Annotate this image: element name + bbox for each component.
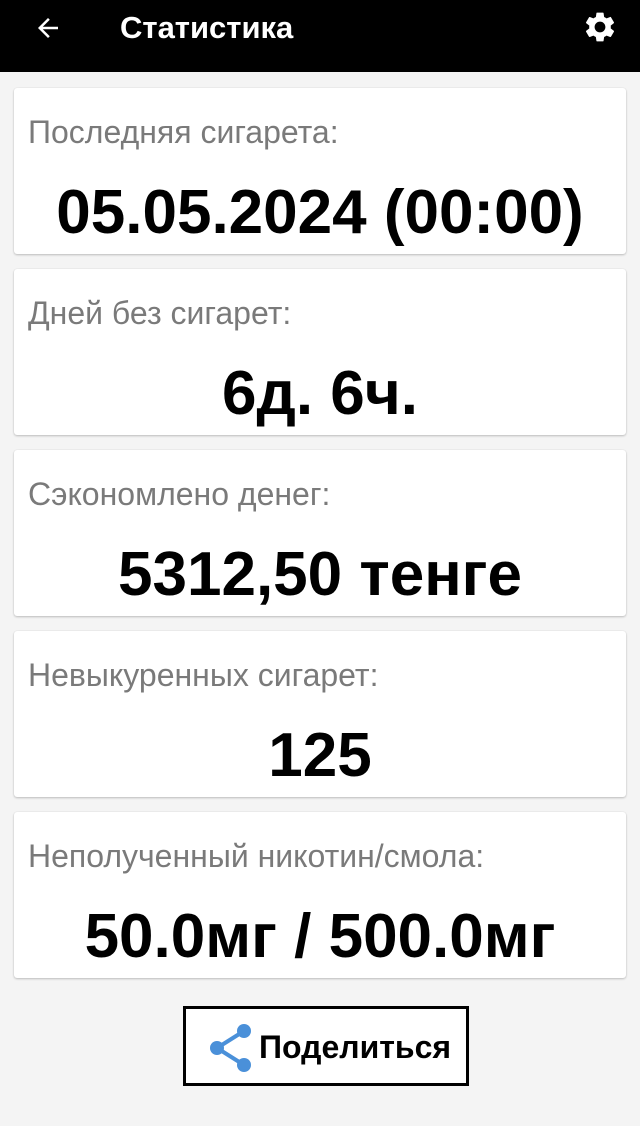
card-label: Неполученный никотин/смола: — [28, 838, 485, 874]
card-unsmoked-cigarettes: Невыкуренных сигарет: 125 — [14, 631, 626, 797]
card-last-cigarette: Последняя сигарета: 05.05.2024 (00:00) — [14, 88, 626, 254]
app-bar: Статистика — [0, 0, 640, 72]
card-label: Сэкономлено денег: — [28, 476, 331, 512]
share-label: Поделиться — [259, 1029, 452, 1065]
card-label: Последняя сигарета: — [28, 114, 339, 150]
page-title: Статистика — [120, 10, 294, 45]
card-days-without: Дней без сигарет: 6д. 6ч. — [14, 269, 626, 435]
card-value: 5312,50 тенге — [118, 540, 522, 609]
share-button[interactable]: Поделиться — [183, 1006, 469, 1086]
card-label: Дней без сигарет: — [28, 295, 292, 331]
gear-icon — [585, 12, 615, 42]
card-value: 6д. 6ч. — [222, 359, 418, 428]
card-money-saved: Сэкономлено денег: 5312,50 тенге — [14, 450, 626, 616]
settings-button[interactable] — [576, 4, 624, 50]
back-button[interactable] — [22, 6, 74, 50]
share-icon — [210, 1024, 251, 1072]
card-label: Невыкуренных сигарет: — [28, 657, 379, 693]
arrow-left-icon — [38, 18, 58, 38]
card-value: 50.0мг / 500.0мг — [84, 902, 556, 971]
card-value: 125 — [268, 721, 372, 790]
card-value: 05.05.2024 (00:00) — [56, 178, 584, 247]
card-nicotine-tar: Неполученный никотин/смола: 50.0мг / 500… — [14, 812, 626, 978]
